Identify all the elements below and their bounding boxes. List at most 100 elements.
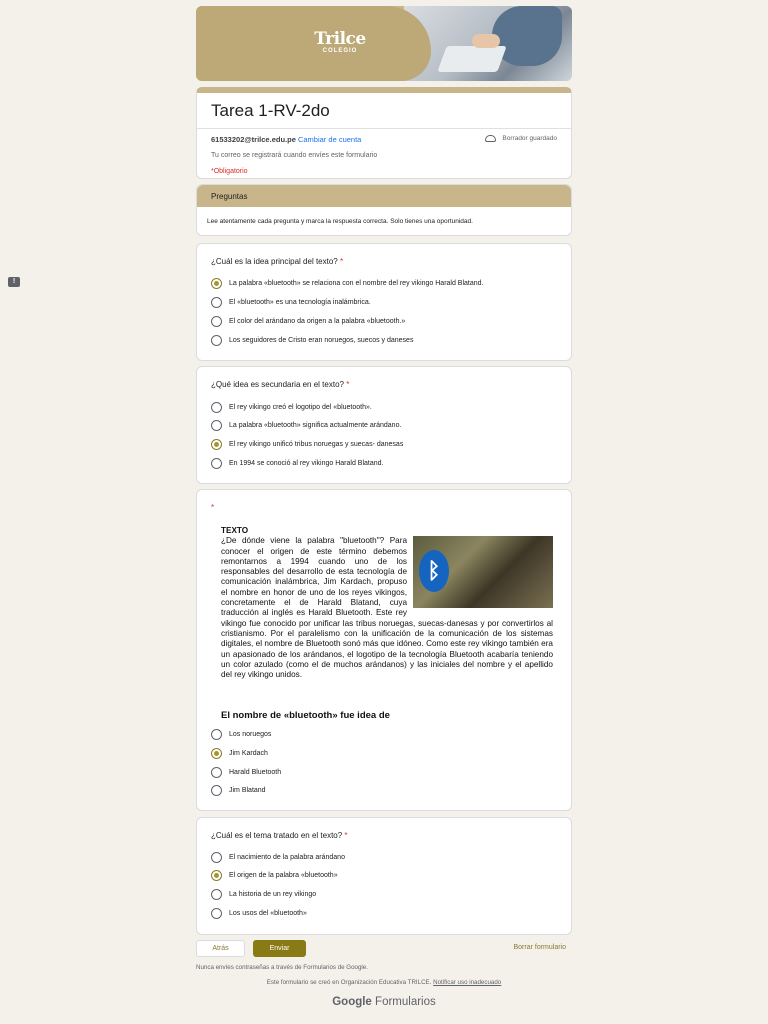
option-label: Harald Bluetooth bbox=[229, 769, 282, 776]
section-header: Preguntas bbox=[197, 185, 571, 207]
option-label: Los seguidores de Cristo eran noruegos, … bbox=[229, 337, 414, 344]
section-description: Lee atentamente cada pregunta y marca la… bbox=[207, 218, 473, 225]
send-button[interactable]: Enviar bbox=[253, 940, 306, 957]
radio[interactable] bbox=[211, 402, 222, 413]
form-title: Tarea 1-RV-2do bbox=[211, 101, 330, 120]
viking-image: ᛒ bbox=[413, 536, 553, 609]
option[interactable]: El origen de la palabra «bluetooth» bbox=[211, 870, 338, 881]
reading-text: TEXTO ᛒ ¿De dónde viene la palabra "blue… bbox=[221, 526, 553, 680]
question-title: ¿Cuál es el tema tratado en el texto? * bbox=[211, 831, 348, 840]
option-label: Los usos del «bluetooth» bbox=[229, 910, 307, 917]
option-label: Jim Kardach bbox=[229, 750, 268, 757]
logo-text: Trilce bbox=[314, 29, 366, 49]
radio[interactable] bbox=[211, 316, 222, 327]
bluetooth-icon: ᛒ bbox=[419, 550, 449, 593]
question-title-text: ¿Cuál es la idea principal del texto? bbox=[211, 257, 338, 266]
option[interactable]: El nacimiento de la palabra arándano bbox=[211, 852, 345, 863]
option[interactable]: El rey vikingo unificó tribus noruegas y… bbox=[211, 439, 403, 450]
report-abuse-link[interactable]: Notificar uso inadecuado bbox=[433, 979, 501, 986]
option[interactable]: Los usos del «bluetooth» bbox=[211, 908, 307, 919]
radio[interactable] bbox=[211, 458, 222, 469]
laptop-image bbox=[437, 46, 507, 72]
radio[interactable] bbox=[211, 889, 222, 900]
section-title: Preguntas bbox=[211, 192, 248, 201]
option-label: En 1994 se conoció al rey vikingo Harald… bbox=[229, 460, 384, 467]
radio-selected[interactable] bbox=[211, 870, 222, 881]
saved-status-text: Borrador guardado bbox=[502, 135, 557, 142]
created-note-text: Este formulario se creó en Organización … bbox=[266, 979, 432, 986]
switch-account-link[interactable]: Cambiar de cuenta bbox=[298, 135, 361, 144]
radio[interactable] bbox=[211, 852, 222, 863]
option-label: La palabra «bluetooth» significa actualm… bbox=[229, 422, 402, 429]
required-star: * bbox=[211, 503, 215, 512]
radio-selected[interactable] bbox=[211, 748, 222, 759]
option-label: El color del arándano da origen a la pal… bbox=[229, 318, 406, 325]
radio[interactable] bbox=[211, 335, 222, 346]
radio[interactable] bbox=[211, 729, 222, 740]
option-label: El «bluetooth» es una tecnología inalámb… bbox=[229, 299, 371, 306]
question-prompt: El nombre de «bluetooth» fue idea de bbox=[221, 710, 390, 721]
radio[interactable] bbox=[211, 297, 222, 308]
option-label: Los noruegos bbox=[229, 731, 272, 738]
option[interactable]: En 1994 se conoció al rey vikingo Harald… bbox=[211, 458, 383, 469]
saved-status: Borrador guardado bbox=[485, 135, 557, 142]
radio[interactable] bbox=[211, 908, 222, 919]
question-title-text: ¿Qué idea es secundaria en el texto? bbox=[211, 380, 344, 389]
question-title: ¿Qué idea es secundaria en el texto? * bbox=[211, 380, 349, 389]
clear-form-button[interactable]: Borrar formulario bbox=[513, 944, 566, 951]
radio[interactable] bbox=[211, 767, 222, 778]
option-label: La palabra «bluetooth» se relaciona con … bbox=[229, 280, 484, 287]
back-button[interactable]: Atrás bbox=[196, 940, 245, 957]
option-label: La historia de un rey vikingo bbox=[229, 891, 317, 898]
option[interactable]: El rey vikingo creó el logotipo del «blu… bbox=[211, 402, 372, 413]
brand-google: Google bbox=[332, 996, 372, 1008]
option[interactable]: Jim Blatand bbox=[211, 785, 266, 796]
option-label: El rey vikingo unificó tribus noruegas y… bbox=[229, 441, 404, 448]
google-forms-brand[interactable]: Google Formularios bbox=[0, 996, 768, 1008]
form-title-card: Tarea 1-RV-2do 61533202@trilce.edu.pe Ca… bbox=[196, 87, 572, 179]
brand-forms: Formularios bbox=[375, 996, 436, 1008]
question-card-2: ¿Qué idea es secundaria en el texto? * E… bbox=[196, 366, 572, 484]
required-star: * bbox=[346, 380, 350, 389]
option[interactable]: Los seguidores de Cristo eran noruegos, … bbox=[211, 335, 413, 346]
question-title: * bbox=[211, 503, 214, 512]
required-star: * bbox=[339, 257, 344, 266]
option-label: El rey vikingo creó el logotipo del «blu… bbox=[229, 404, 372, 411]
hand-image bbox=[472, 34, 500, 48]
option[interactable]: La historia de un rey vikingo bbox=[211, 889, 316, 900]
radio-selected[interactable] bbox=[211, 439, 222, 450]
radio-selected[interactable] bbox=[211, 278, 222, 289]
option[interactable]: La palabra «bluetooth» significa actualm… bbox=[211, 420, 401, 431]
option-label: El nacimiento de la palabra arándano bbox=[229, 854, 345, 861]
option-label: Jim Blatand bbox=[229, 787, 266, 794]
header-banner bbox=[196, 6, 572, 81]
logo-subtext: COLEGIO bbox=[322, 48, 358, 54]
option[interactable]: El «bluetooth» es una tecnología inalámb… bbox=[211, 297, 371, 308]
reading-paragraph-2: Este rey vikingo fue conocido por unific… bbox=[221, 608, 553, 680]
required-star: * bbox=[344, 831, 348, 840]
title-divider bbox=[197, 128, 571, 129]
question-card-3: * TEXTO ᛒ ¿De dónde viene la palabra "bl… bbox=[196, 489, 572, 811]
option[interactable]: Harald Bluetooth bbox=[211, 767, 281, 778]
reading-paragraph-1: ¿De dónde viene la palabra "bluetooth"? … bbox=[221, 536, 407, 618]
created-note: Este formulario se creó en Organización … bbox=[0, 979, 768, 986]
report-icon[interactable]: ! bbox=[8, 277, 20, 287]
radio[interactable] bbox=[211, 785, 222, 796]
option[interactable]: El color del arándano da origen a la pal… bbox=[211, 316, 405, 327]
option[interactable]: La palabra «bluetooth» se relaciona con … bbox=[211, 278, 484, 289]
cloud-icon bbox=[485, 135, 497, 142]
account-line: 61533202@trilce.edu.pe Cambiar de cuenta bbox=[211, 135, 361, 144]
reading-heading: TEXTO bbox=[221, 526, 249, 535]
radio[interactable] bbox=[211, 420, 222, 431]
section-card: Preguntas Lee atentamente cada pregunta … bbox=[196, 184, 572, 236]
required-note: *Obligatorio bbox=[211, 168, 248, 175]
question-card-1: ¿Cuál es la idea principal del texto? * … bbox=[196, 243, 572, 361]
option-label: El origen de la palabra «bluetooth» bbox=[229, 872, 338, 879]
option[interactable]: Los noruegos bbox=[211, 729, 271, 740]
trilce-logo: Trilce COLEGIO bbox=[312, 30, 368, 55]
account-email: 61533202@trilce.edu.pe bbox=[211, 135, 296, 144]
question-title-text: ¿Cuál es el tema tratado en el texto? bbox=[211, 831, 343, 840]
option[interactable]: Jim Kardach bbox=[211, 748, 268, 759]
question-card-4: ¿Cuál es el tema tratado en el texto? * … bbox=[196, 817, 572, 935]
password-note: Nunca envíes contraseñas a través de For… bbox=[196, 964, 368, 971]
